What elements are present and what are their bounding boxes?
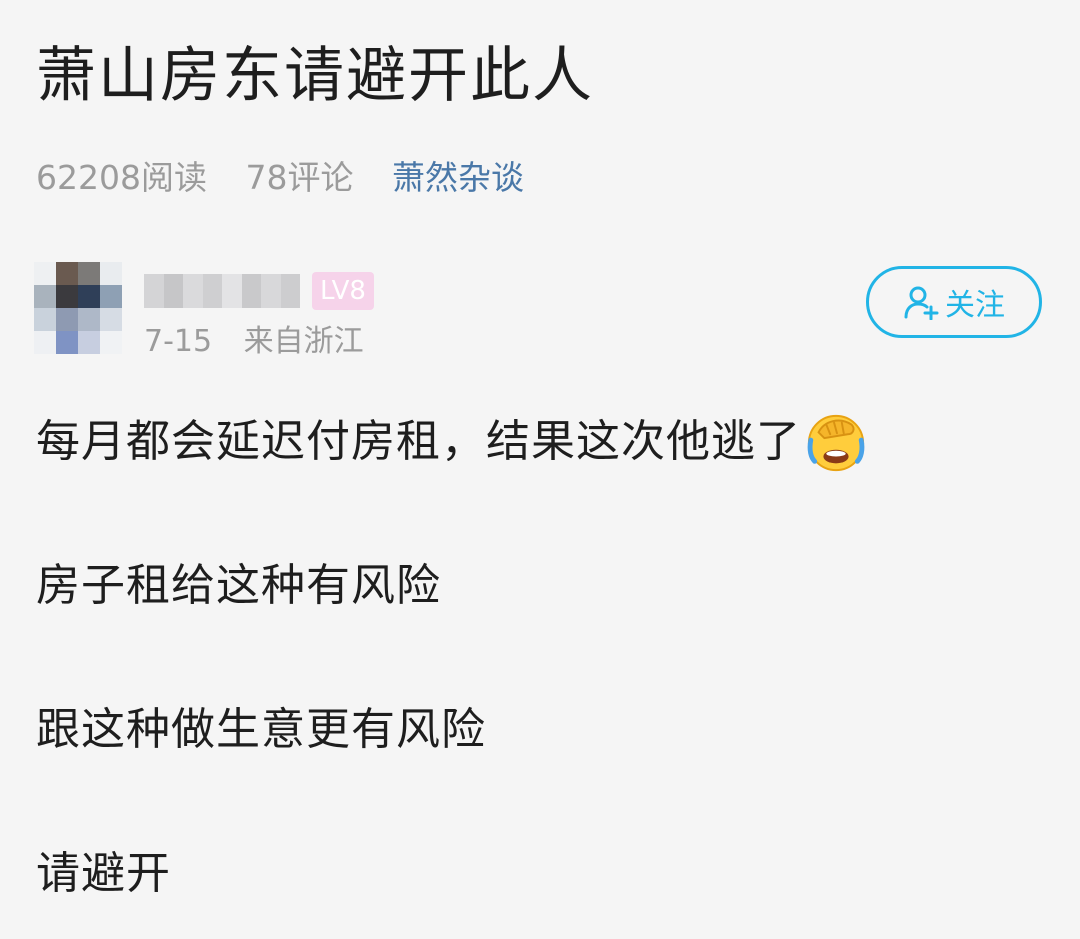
- facepalm-laugh-cry-icon: [807, 414, 865, 472]
- paragraph-text: 请避开: [36, 848, 171, 899]
- author-sub-meta: 7-15 来自浙江: [144, 320, 386, 364]
- paragraph-text: 房子租给这种有风险: [36, 560, 441, 611]
- paragraph: 每月都会延迟付房租，结果这次他逃了: [36, 404, 1046, 480]
- post-location: 来自浙江: [243, 324, 364, 359]
- username-blurred[interactable]: [144, 274, 300, 308]
- add-user-icon: [904, 286, 939, 320]
- paragraph: 跟这种做生意更有风险: [36, 692, 1046, 768]
- topic-link[interactable]: 萧然杂谈: [392, 150, 524, 206]
- author-row: LV8 7-15 来自浙江 关注: [34, 262, 1046, 360]
- post-meta: 62208阅读 78评论 萧然杂谈: [36, 150, 524, 206]
- post-content: 每月都会延迟付房租，结果这次他逃了 房子租给这种有风险 跟这种做生意更有风险 请…: [36, 404, 1046, 939]
- paragraph-text: 跟这种做生意更有风险: [36, 704, 486, 755]
- paragraph-text: 每月都会延迟付房租，结果这次他逃了: [36, 416, 801, 467]
- paragraph: 请避开: [36, 836, 1046, 912]
- paragraph: 房子租给这种有风险: [36, 548, 1046, 624]
- avatar[interactable]: [34, 262, 122, 354]
- level-badge: LV8: [312, 272, 374, 310]
- follow-label: 关注: [945, 288, 1005, 323]
- post-date: 7-15: [144, 324, 213, 359]
- view-count: 62208阅读: [36, 158, 207, 197]
- post-page: 萧山房东请避开此人 62208阅读 78评论 萧然杂谈 LV8 7-15 来自浙…: [0, 0, 1080, 939]
- follow-button[interactable]: 关注: [866, 266, 1042, 338]
- comment-count[interactable]: 78评论: [245, 150, 353, 206]
- post-title: 萧山房东请避开此人: [36, 41, 594, 111]
